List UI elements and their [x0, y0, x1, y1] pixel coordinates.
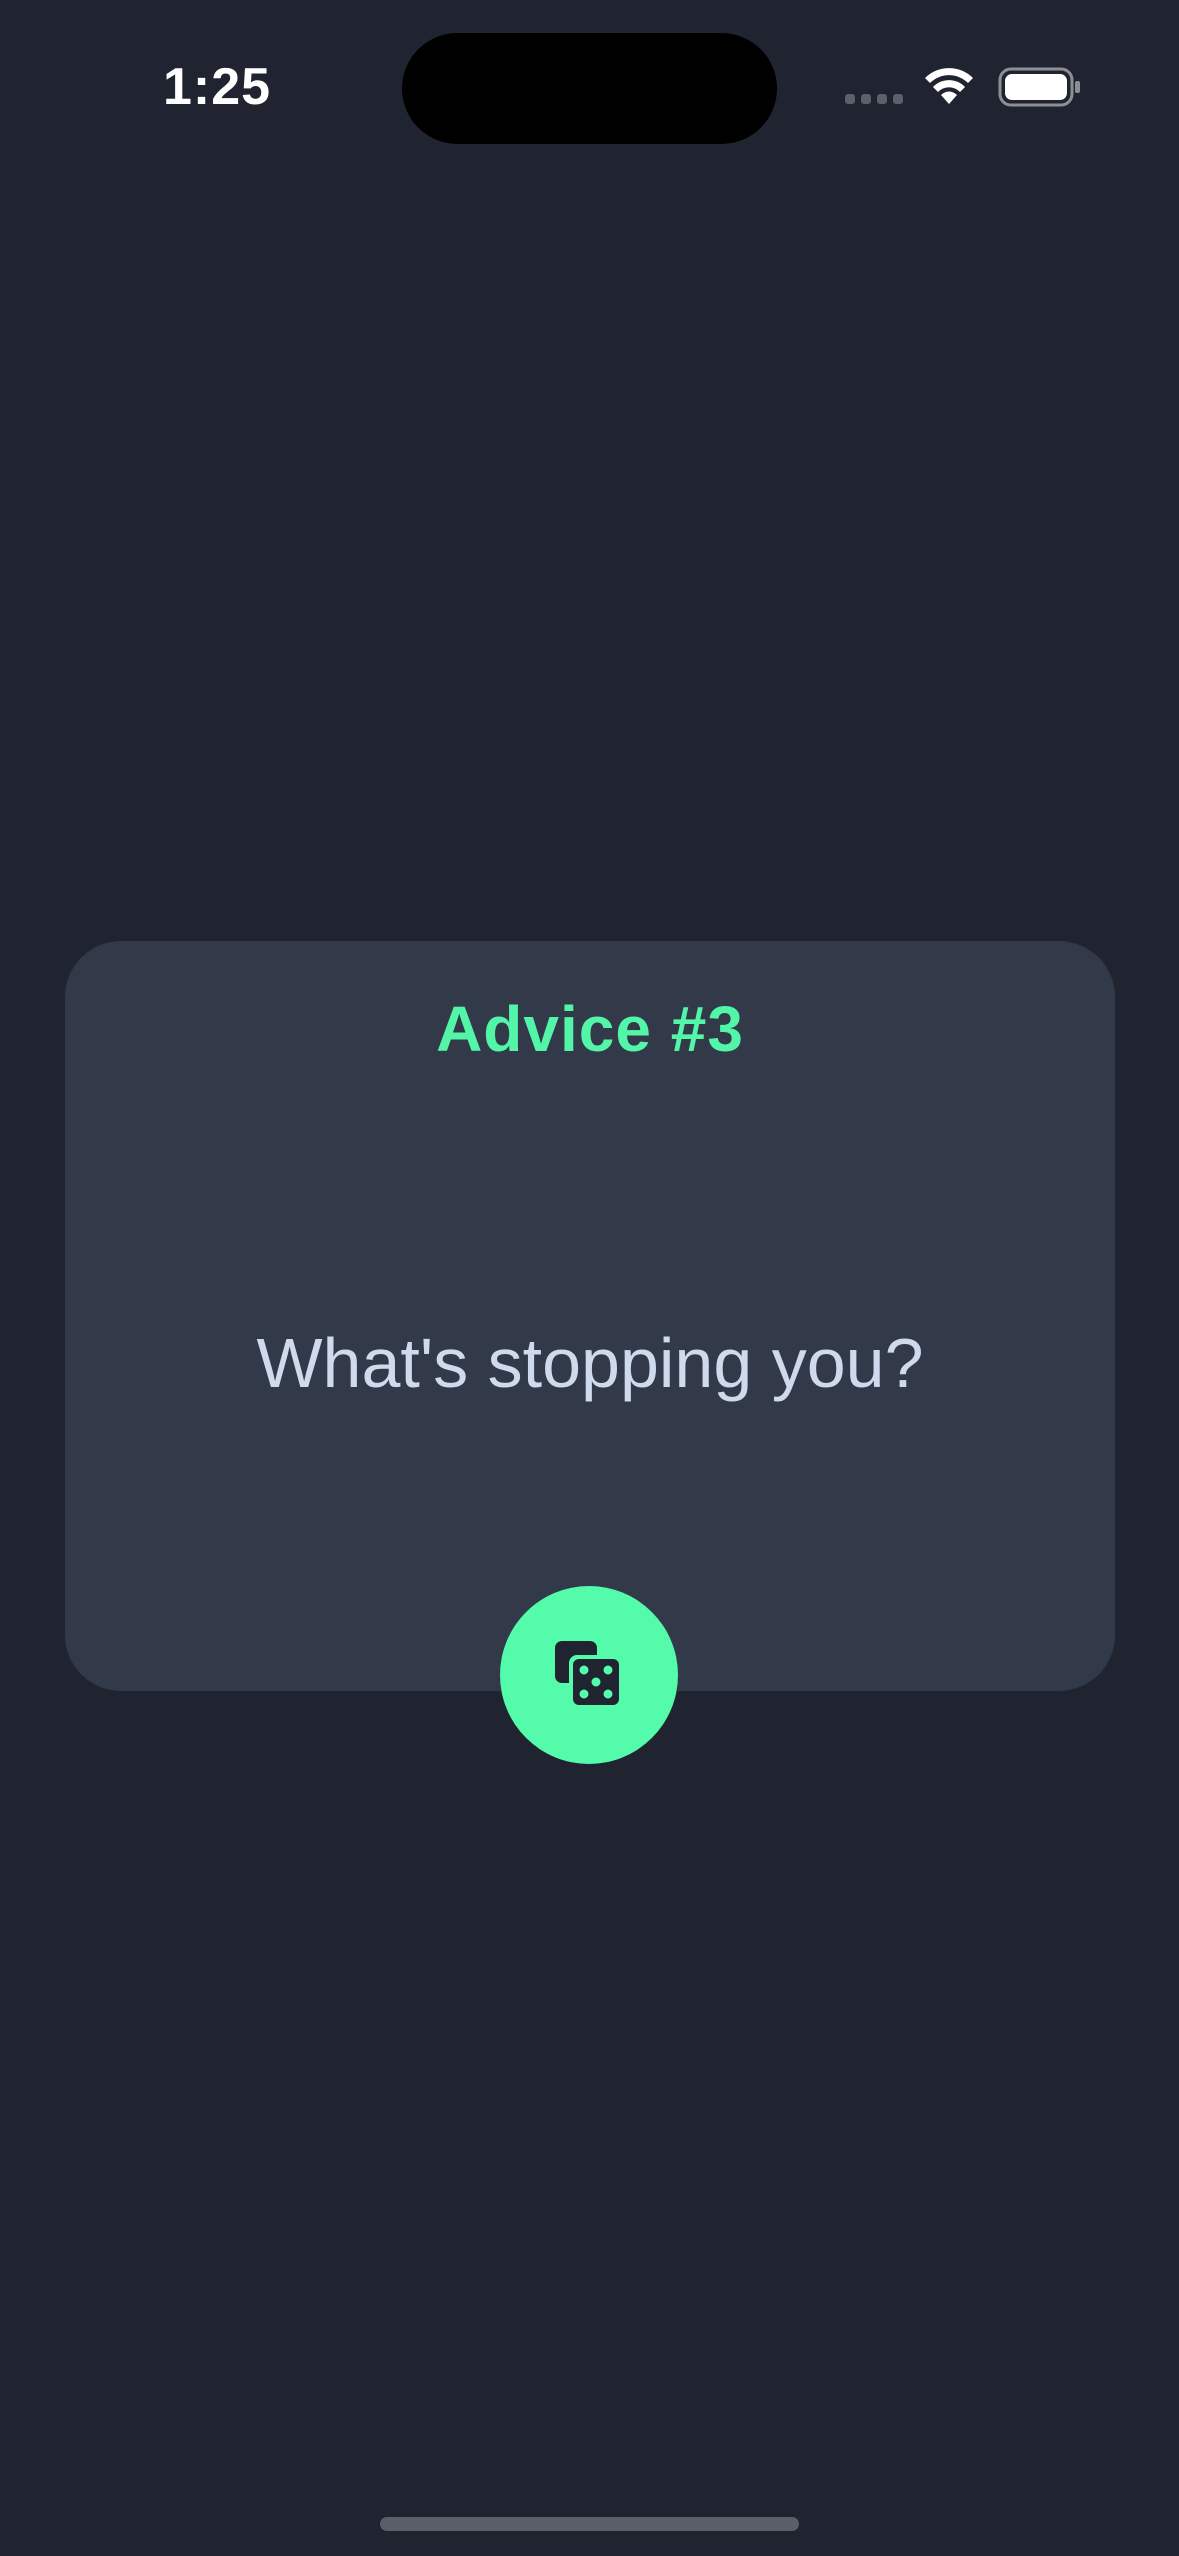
new-advice-button[interactable] [500, 1586, 678, 1764]
dice-icon [555, 1641, 623, 1709]
signal-icon [845, 94, 903, 104]
status-bar: 1:25 [0, 0, 1179, 150]
home-indicator[interactable] [380, 2517, 799, 2531]
advice-card: Advice #3 What's stopping you? [65, 941, 1115, 1691]
advice-quote: What's stopping you? [256, 1324, 924, 1402]
dynamic-island [402, 33, 777, 144]
wifi-icon [925, 68, 973, 104]
status-time: 1:25 [163, 58, 272, 116]
battery-icon [998, 67, 1080, 107]
advice-title: Advice #3 [436, 993, 744, 1065]
